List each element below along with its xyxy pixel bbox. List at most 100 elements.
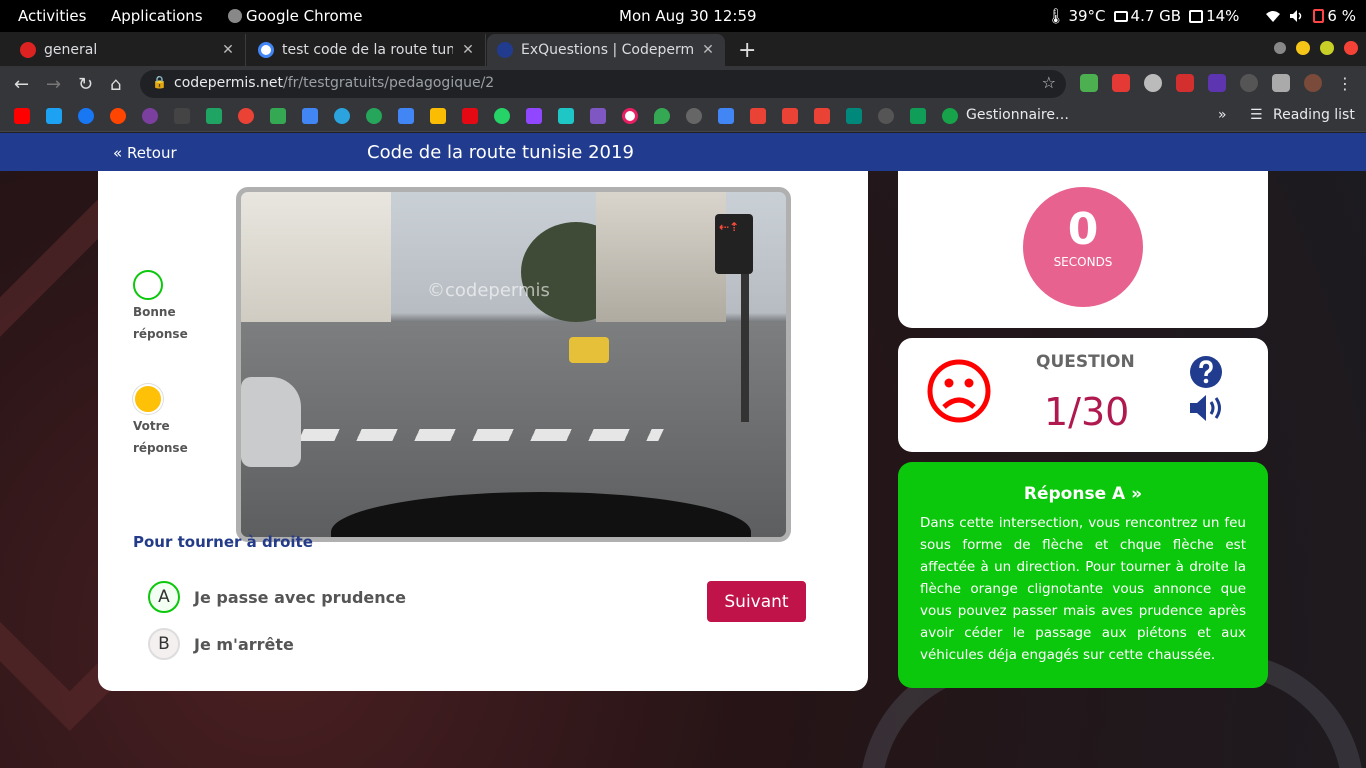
- extension-icon[interactable]: [1240, 74, 1258, 92]
- back-link[interactable]: « Retour: [113, 144, 177, 162]
- app-name: Google Chrome: [246, 7, 363, 25]
- puzzle-extensions-icon[interactable]: [1272, 74, 1290, 92]
- thermometer-icon: 🌡: [1046, 7, 1066, 25]
- question-photo: ⇠⇡ ©codepermis: [236, 187, 791, 542]
- bookmark-icon[interactable]: [142, 108, 158, 124]
- url-path: /fr/testgratuits/pedagogique/2: [283, 75, 495, 91]
- tab-google-search[interactable]: test code de la route tunisie ✕: [248, 34, 486, 66]
- bookmark-star-icon[interactable]: ☆: [1042, 73, 1056, 92]
- volume-icon: [1289, 9, 1305, 23]
- tab-general[interactable]: general ✕: [10, 34, 246, 66]
- adblock-extension-icon[interactable]: [1080, 74, 1098, 92]
- profile-avatar[interactable]: [1304, 74, 1322, 92]
- keep-bookmark-icon[interactable]: [430, 108, 446, 124]
- gmail-bookmark-icon[interactable]: [750, 108, 766, 124]
- app-indicator[interactable]: Google Chrome: [228, 7, 363, 25]
- close-window-button[interactable]: [1344, 41, 1358, 55]
- lock-icon[interactable]: 🔒: [152, 75, 167, 89]
- explanation-panel: Réponse A » Dans cette intersection, vou…: [898, 462, 1268, 688]
- tab-strip: general ✕ test code de la route tunisie …: [0, 32, 1366, 66]
- red-arrow-light-icon: ⇠⇡: [719, 220, 740, 234]
- gmail-bookmark-icon[interactable]: [814, 108, 830, 124]
- next-button[interactable]: Suivant: [707, 581, 806, 622]
- site-title: Code de la route tunisie 2019: [367, 142, 634, 163]
- minimize-button[interactable]: [1296, 41, 1310, 55]
- tab-search-icon[interactable]: [1274, 42, 1286, 54]
- whatsapp-bookmark-icon[interactable]: [494, 108, 510, 124]
- battery-icon: [1313, 9, 1325, 23]
- web-page: « Retour Code de la route tunisie 2019 B…: [0, 133, 1366, 768]
- meet-bookmark-icon[interactable]: [846, 108, 862, 124]
- facebook-bookmark-icon[interactable]: [78, 108, 94, 124]
- maximize-button[interactable]: [1320, 41, 1334, 55]
- temperature-indicator: 🌡 39°C: [1046, 7, 1105, 25]
- extension-icon[interactable]: [1176, 74, 1194, 92]
- reddit-bookmark-icon[interactable]: [110, 108, 126, 124]
- reload-icon[interactable]: ↻: [78, 74, 93, 95]
- extension-icon[interactable]: [1208, 74, 1226, 92]
- tab-title: general: [44, 42, 98, 58]
- question-text: Pour tourner à droite: [133, 533, 313, 551]
- timer-circle: 0 SECONDS: [1023, 187, 1143, 307]
- bookmark-icon[interactable]: [366, 108, 382, 124]
- extension-icon[interactable]: [1112, 74, 1130, 92]
- photo-building: [596, 192, 726, 342]
- telegram-bookmark-icon[interactable]: [334, 108, 350, 124]
- clock[interactable]: Mon Aug 30 12:59: [619, 7, 757, 25]
- activities-button[interactable]: Activities: [18, 7, 86, 25]
- answer-option-a[interactable]: A Je passe avec prudence: [148, 581, 406, 613]
- bookmark-icon[interactable]: [878, 108, 894, 124]
- extension-icon[interactable]: [1144, 74, 1162, 92]
- translate-bookmark-icon[interactable]: [398, 108, 414, 124]
- discord-favicon-icon: [20, 42, 36, 58]
- bookmark-icon[interactable]: [718, 108, 734, 124]
- tab-exquestions[interactable]: ExQuestions | Codepermis ✕: [487, 34, 725, 66]
- disk-icon: [1189, 9, 1204, 23]
- extensions-area: ⋮: [1080, 74, 1354, 93]
- close-tab-icon[interactable]: ✕: [461, 42, 475, 58]
- bookmark-icon[interactable]: [622, 108, 638, 124]
- bookmark-icon[interactable]: [686, 108, 702, 124]
- reading-list-button[interactable]: Reading list: [1273, 107, 1355, 123]
- back-icon[interactable]: ←: [14, 74, 29, 95]
- bookmark-icon[interactable]: [558, 108, 574, 124]
- twitch-bookmark-icon[interactable]: [526, 108, 542, 124]
- twitter-bookmark-icon[interactable]: [46, 108, 62, 124]
- your-answer-legend-icon: [133, 384, 163, 414]
- home-icon[interactable]: ⌂: [110, 74, 121, 95]
- answer-option-b[interactable]: B Je m'arrête: [148, 628, 294, 660]
- photo-parked-car: [241, 377, 301, 467]
- play-bookmark-icon[interactable]: [270, 108, 286, 124]
- calendar-bookmark-icon[interactable]: [302, 108, 318, 124]
- codepermis-favicon-icon: [497, 42, 513, 58]
- netflix-bookmark-icon[interactable]: [462, 108, 478, 124]
- window-controls: [1274, 41, 1358, 55]
- photos-bookmark-icon[interactable]: [238, 108, 254, 124]
- answer-letter: B: [148, 628, 180, 660]
- audio-speaker-icon[interactable]: [1188, 392, 1226, 424]
- address-bar[interactable]: 🔒 codepermis.net/fr/testgratuits/pedagog…: [140, 70, 1066, 98]
- more-bookmarks-icon[interactable]: »: [1218, 107, 1227, 123]
- timer-value: 0: [1067, 204, 1099, 255]
- youtube-bookmark-icon[interactable]: [14, 108, 30, 124]
- gmail-bookmark-icon[interactable]: [782, 108, 798, 124]
- bookmark-gestionnaire[interactable]: Gestionnaire…: [966, 107, 1069, 123]
- bookmark-icon[interactable]: [910, 108, 926, 124]
- photo-building: [241, 192, 391, 332]
- disk-indicator: 14%: [1189, 7, 1239, 25]
- status-area[interactable]: 🌡 39°C 4.7 GB 14% 6 %: [1046, 7, 1356, 25]
- close-tab-icon[interactable]: ✕: [701, 42, 715, 58]
- menu-kebab-icon[interactable]: ⋮: [1336, 74, 1354, 93]
- new-tab-button[interactable]: +: [738, 38, 756, 63]
- forward-icon[interactable]: →: [46, 74, 61, 95]
- bookmark-icon[interactable]: [174, 108, 190, 124]
- maps-bookmark-icon[interactable]: [654, 108, 670, 124]
- question-card: Bonne réponse Votre réponse ⇠⇡ ©codeperm…: [98, 153, 868, 691]
- bookmark-icon[interactable]: [590, 108, 606, 124]
- help-icon[interactable]: [1190, 356, 1222, 388]
- browser-toolbar: ← → ↻ ⌂ 🔒 codepermis.net/fr/testgratuits…: [0, 66, 1366, 102]
- memory-icon: [1113, 10, 1128, 22]
- drive-bookmark-icon[interactable]: [206, 108, 222, 124]
- close-tab-icon[interactable]: ✕: [221, 42, 235, 58]
- applications-menu[interactable]: Applications: [111, 7, 203, 25]
